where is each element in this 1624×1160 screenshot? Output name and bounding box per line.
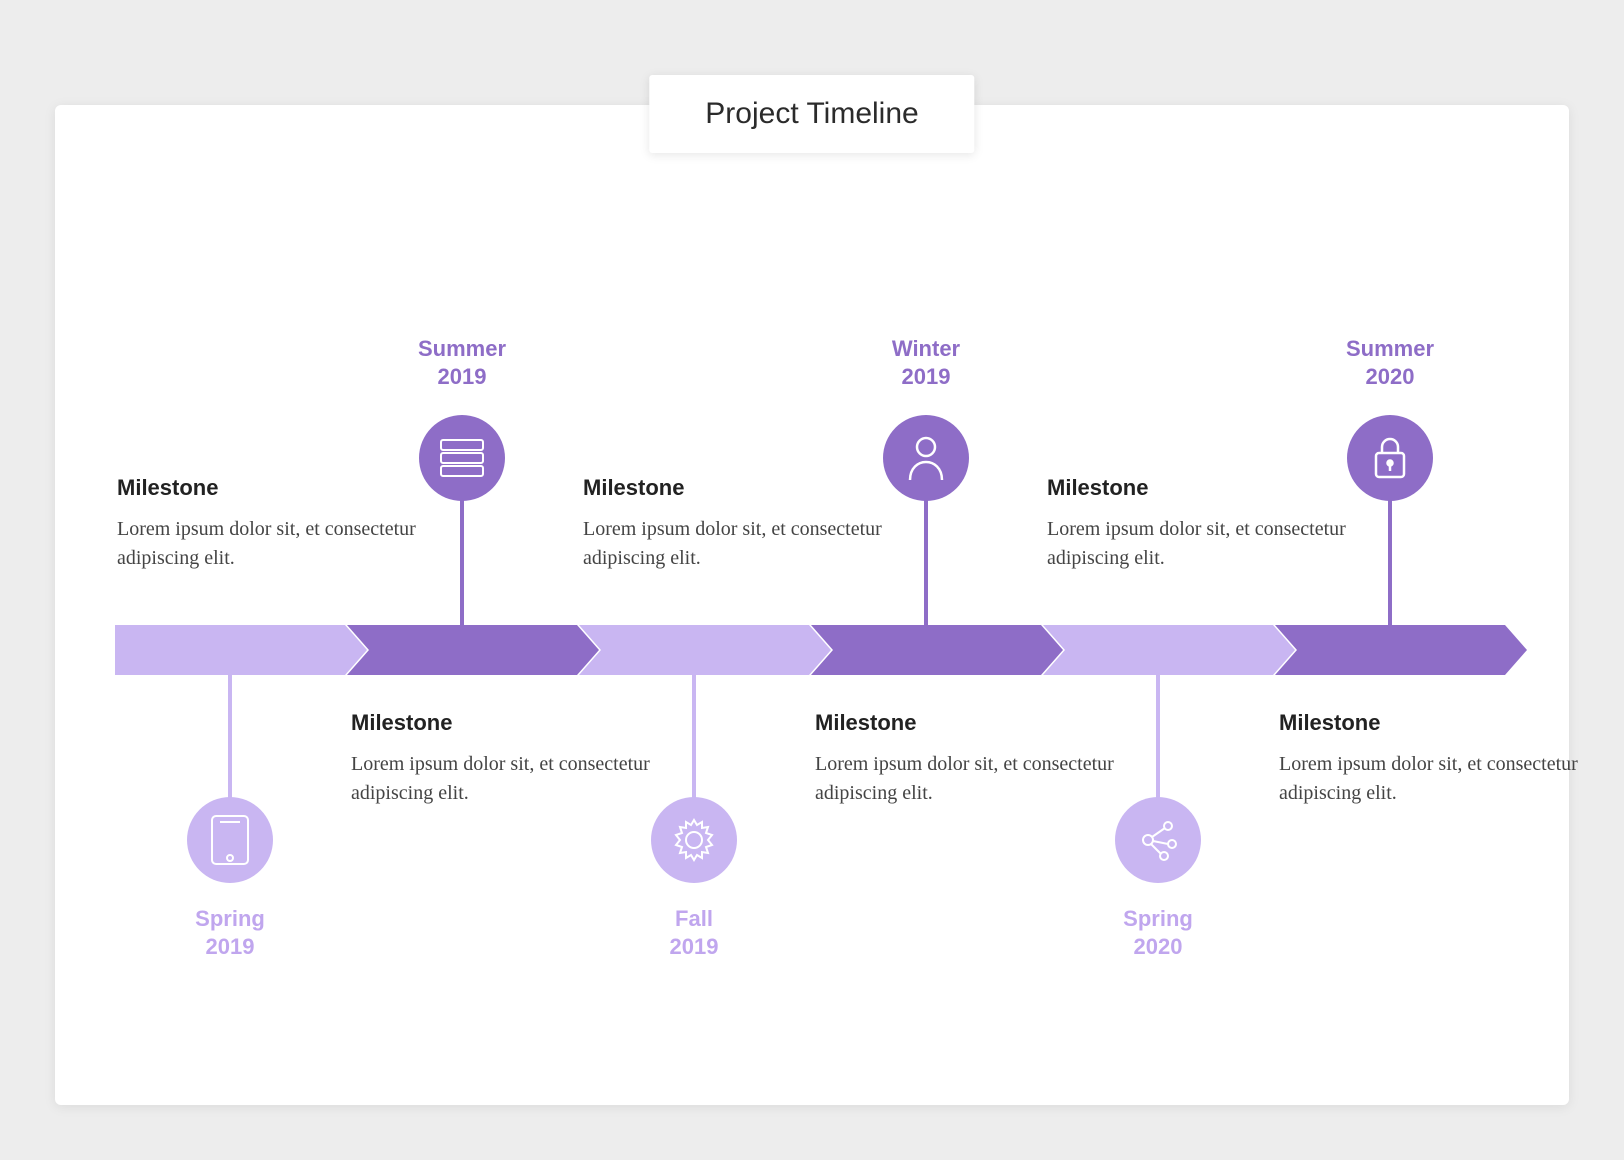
lock-icon [1347,415,1433,501]
person-icon [883,415,969,501]
arrow-segment-1 [115,625,367,675]
year-text: 2020 [1134,934,1183,959]
year-text: 2019 [902,364,951,389]
connector-2 [460,495,464,625]
milestone-heading: Milestone [815,710,1145,736]
milestone-heading: Milestone [351,710,681,736]
milestone-heading: Milestone [1047,475,1377,501]
phone-icon [187,797,273,883]
milestone-text-5: Milestone Lorem ipsum dolor sit, et cons… [1047,475,1377,573]
date-label-6: Summer 2020 [1310,335,1470,390]
arrow-segment-3 [579,625,831,675]
season-text: Winter [892,336,960,361]
network-icon [1115,797,1201,883]
gear-icon [651,797,737,883]
arrow-segment-6 [1275,625,1527,675]
milestone-heading: Milestone [117,475,447,501]
milestone-body: Lorem ipsum dolor sit, et consectetur ad… [351,750,681,808]
year-text: 2019 [438,364,487,389]
connector-5 [1156,675,1160,805]
year-text: 2020 [1366,364,1415,389]
season-text: Summer [418,336,506,361]
arrow-segment-2 [347,625,599,675]
connector-6 [1388,495,1392,625]
milestone-body: Lorem ipsum dolor sit, et consectetur ad… [1279,750,1609,808]
date-label-4: Winter 2019 [846,335,1006,390]
timeline-card: Project Timeline Spring 2019 [55,105,1569,1105]
milestone-text-1: Milestone Lorem ipsum dolor sit, et cons… [117,475,447,573]
connector-1 [228,675,232,805]
milestone-text-2: Milestone Lorem ipsum dolor sit, et cons… [351,710,681,808]
milestone-text-6: Milestone Lorem ipsum dolor sit, et cons… [1279,710,1609,808]
connector-3 [692,675,696,805]
date-label-1: Spring 2019 [150,905,310,960]
date-label-3: Fall 2019 [614,905,774,960]
timeline-axis [115,625,1509,675]
milestone-text-3: Milestone Lorem ipsum dolor sit, et cons… [583,475,913,573]
connector-4 [924,495,928,625]
diagram-title: Project Timeline [649,75,974,153]
season-text: Fall [675,906,713,931]
milestone-body: Lorem ipsum dolor sit, et consectetur ad… [117,515,447,573]
milestone-body: Lorem ipsum dolor sit, et consectetur ad… [1047,515,1377,573]
date-label-2: Summer 2019 [382,335,542,390]
arrow-segment-4 [811,625,1063,675]
arrow-segment-5 [1043,625,1295,675]
milestone-body: Lorem ipsum dolor sit, et consectetur ad… [583,515,913,573]
year-text: 2019 [670,934,719,959]
milestone-heading: Milestone [1279,710,1609,736]
season-text: Spring [195,906,265,931]
server-icon [419,415,505,501]
year-text: 2019 [206,934,255,959]
milestone-text-4: Milestone Lorem ipsum dolor sit, et cons… [815,710,1145,808]
milestone-body: Lorem ipsum dolor sit, et consectetur ad… [815,750,1145,808]
season-text: Spring [1123,906,1193,931]
date-label-5: Spring 2020 [1078,905,1238,960]
season-text: Summer [1346,336,1434,361]
milestone-heading: Milestone [583,475,913,501]
